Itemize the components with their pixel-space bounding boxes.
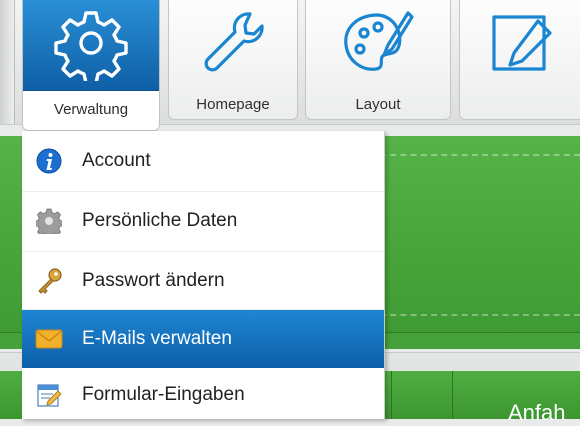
menu-item-label: Account bbox=[82, 150, 151, 171]
column-header-label: Anfah bbox=[508, 400, 566, 425]
column-divider bbox=[391, 371, 392, 419]
menu-item-account[interactable]: Account bbox=[22, 132, 384, 190]
menu-item-label: Persönliche Daten bbox=[82, 210, 238, 231]
tab-layout[interactable]: Layout bbox=[305, 0, 451, 120]
tab-label: Layout bbox=[355, 96, 401, 113]
menu-item-label: Passwort ändern bbox=[82, 270, 225, 291]
menu-item-emails-verwalten[interactable]: E-Mails verwalten bbox=[22, 310, 384, 368]
tab-verwaltung[interactable]: Verwaltung bbox=[22, 0, 160, 131]
mail-icon bbox=[35, 325, 63, 353]
palette-icon bbox=[338, 5, 418, 86]
column-divider bbox=[452, 371, 453, 419]
wrench-icon bbox=[198, 8, 268, 83]
form-icon bbox=[35, 381, 63, 409]
edit-icon bbox=[488, 7, 560, 84]
tab-label: Homepage bbox=[196, 96, 270, 113]
info-icon bbox=[35, 147, 63, 175]
gear-icon bbox=[53, 5, 129, 86]
menu-item-passwort-aendern[interactable]: Passwort ändern bbox=[22, 252, 384, 310]
tab-homepage[interactable]: Homepage bbox=[168, 0, 298, 120]
menu-item-persoenliche-daten[interactable]: Persönliche Daten bbox=[22, 192, 384, 250]
toolbar-left-edge bbox=[0, 0, 15, 124]
key-icon bbox=[35, 267, 63, 295]
tab-label: Verwaltung bbox=[53, 101, 129, 118]
gear-icon bbox=[35, 207, 63, 235]
tab-edit[interactable] bbox=[459, 0, 580, 120]
verwaltung-dropdown-menu: Account Persönliche Daten Passwort änder… bbox=[22, 131, 385, 419]
menu-item-label: E-Mails verwalten bbox=[82, 328, 232, 349]
menu-item-label: Formular-Eingaben bbox=[82, 384, 245, 405]
menu-item-formular-eingaben[interactable]: Formular-Eingaben bbox=[22, 371, 384, 419]
